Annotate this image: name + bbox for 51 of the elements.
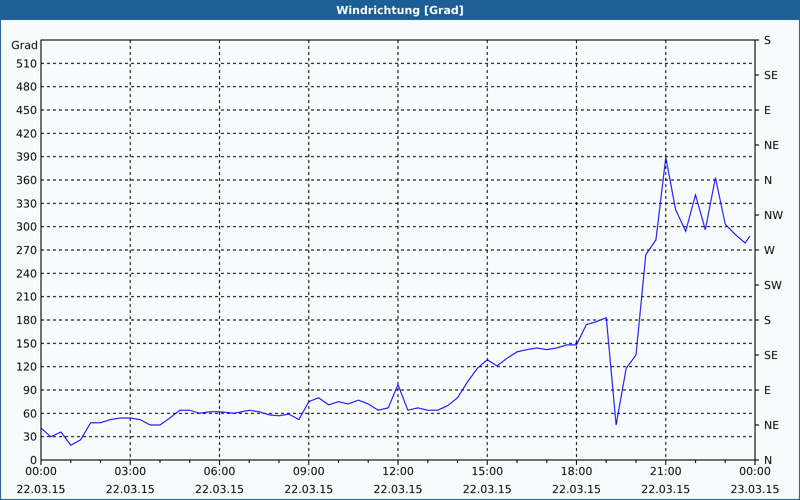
direction-label: S (764, 314, 771, 327)
tick-label: 420 (16, 127, 37, 140)
tick-label: 30 (23, 430, 37, 444)
direction-label: N (764, 454, 772, 467)
tick-label: 180 (16, 314, 37, 327)
tick-label: 450 (16, 104, 37, 117)
tick-label: 0 (30, 454, 37, 467)
tick-label: 510 (16, 57, 37, 70)
tick-label: 330 (16, 197, 37, 210)
tick-label: 270 (16, 244, 37, 257)
tick-label: 03:00 (114, 465, 146, 478)
tick-label: 210 (16, 290, 37, 304)
direction-label: N (764, 174, 772, 187)
tick-label: 21:00 (650, 465, 682, 478)
direction-label: E (764, 384, 771, 397)
window-title: Windrichtung [Grad] (1, 0, 799, 20)
tick-label: 300 (16, 220, 37, 234)
axis-title: Grad (11, 39, 38, 52)
direction-label: W (764, 244, 775, 257)
tick-label: 18:00 (560, 465, 592, 478)
tick-label: 15:00 (471, 465, 504, 478)
tick-label: 120 (16, 360, 37, 374)
date-label: 22.03.15 (284, 483, 334, 496)
direction-label: SE (764, 349, 778, 362)
date-label: 22.03.15 (195, 483, 244, 496)
direction-label: E (764, 104, 771, 117)
tick-label: 00:00 (739, 465, 771, 478)
tick-label: 480 (16, 80, 37, 94)
tick-label: 00:00 (25, 465, 57, 478)
tick-label: 90 (23, 384, 37, 397)
date-label: 22.03.15 (374, 483, 422, 496)
tick-label: 360 (16, 174, 37, 187)
direction-label: SE (764, 69, 778, 82)
date-label: 22.03.15 (106, 483, 155, 496)
date-label: 22.03.15 (552, 483, 601, 496)
date-label: 22.03.15 (462, 483, 512, 496)
tick-label: 150 (16, 337, 37, 350)
direction-label: NW (764, 209, 784, 222)
tick-label: 240 (16, 267, 37, 280)
date-label: 22.03.15 (641, 483, 690, 496)
tick-label: 09:00 (292, 465, 325, 478)
tick-label: 06:00 (204, 465, 236, 478)
direction-label: SW (764, 279, 782, 292)
direction-label: NE (764, 139, 780, 152)
direction-label: NE (764, 419, 780, 432)
tick-label: 390 (16, 150, 37, 164)
tick-label: 60 (23, 407, 37, 420)
date-label: 22.03.15 (16, 483, 66, 496)
tick-label: 12:00 (382, 465, 414, 478)
direction-label: S (764, 34, 771, 47)
date-label: 23.03.15 (730, 483, 780, 496)
